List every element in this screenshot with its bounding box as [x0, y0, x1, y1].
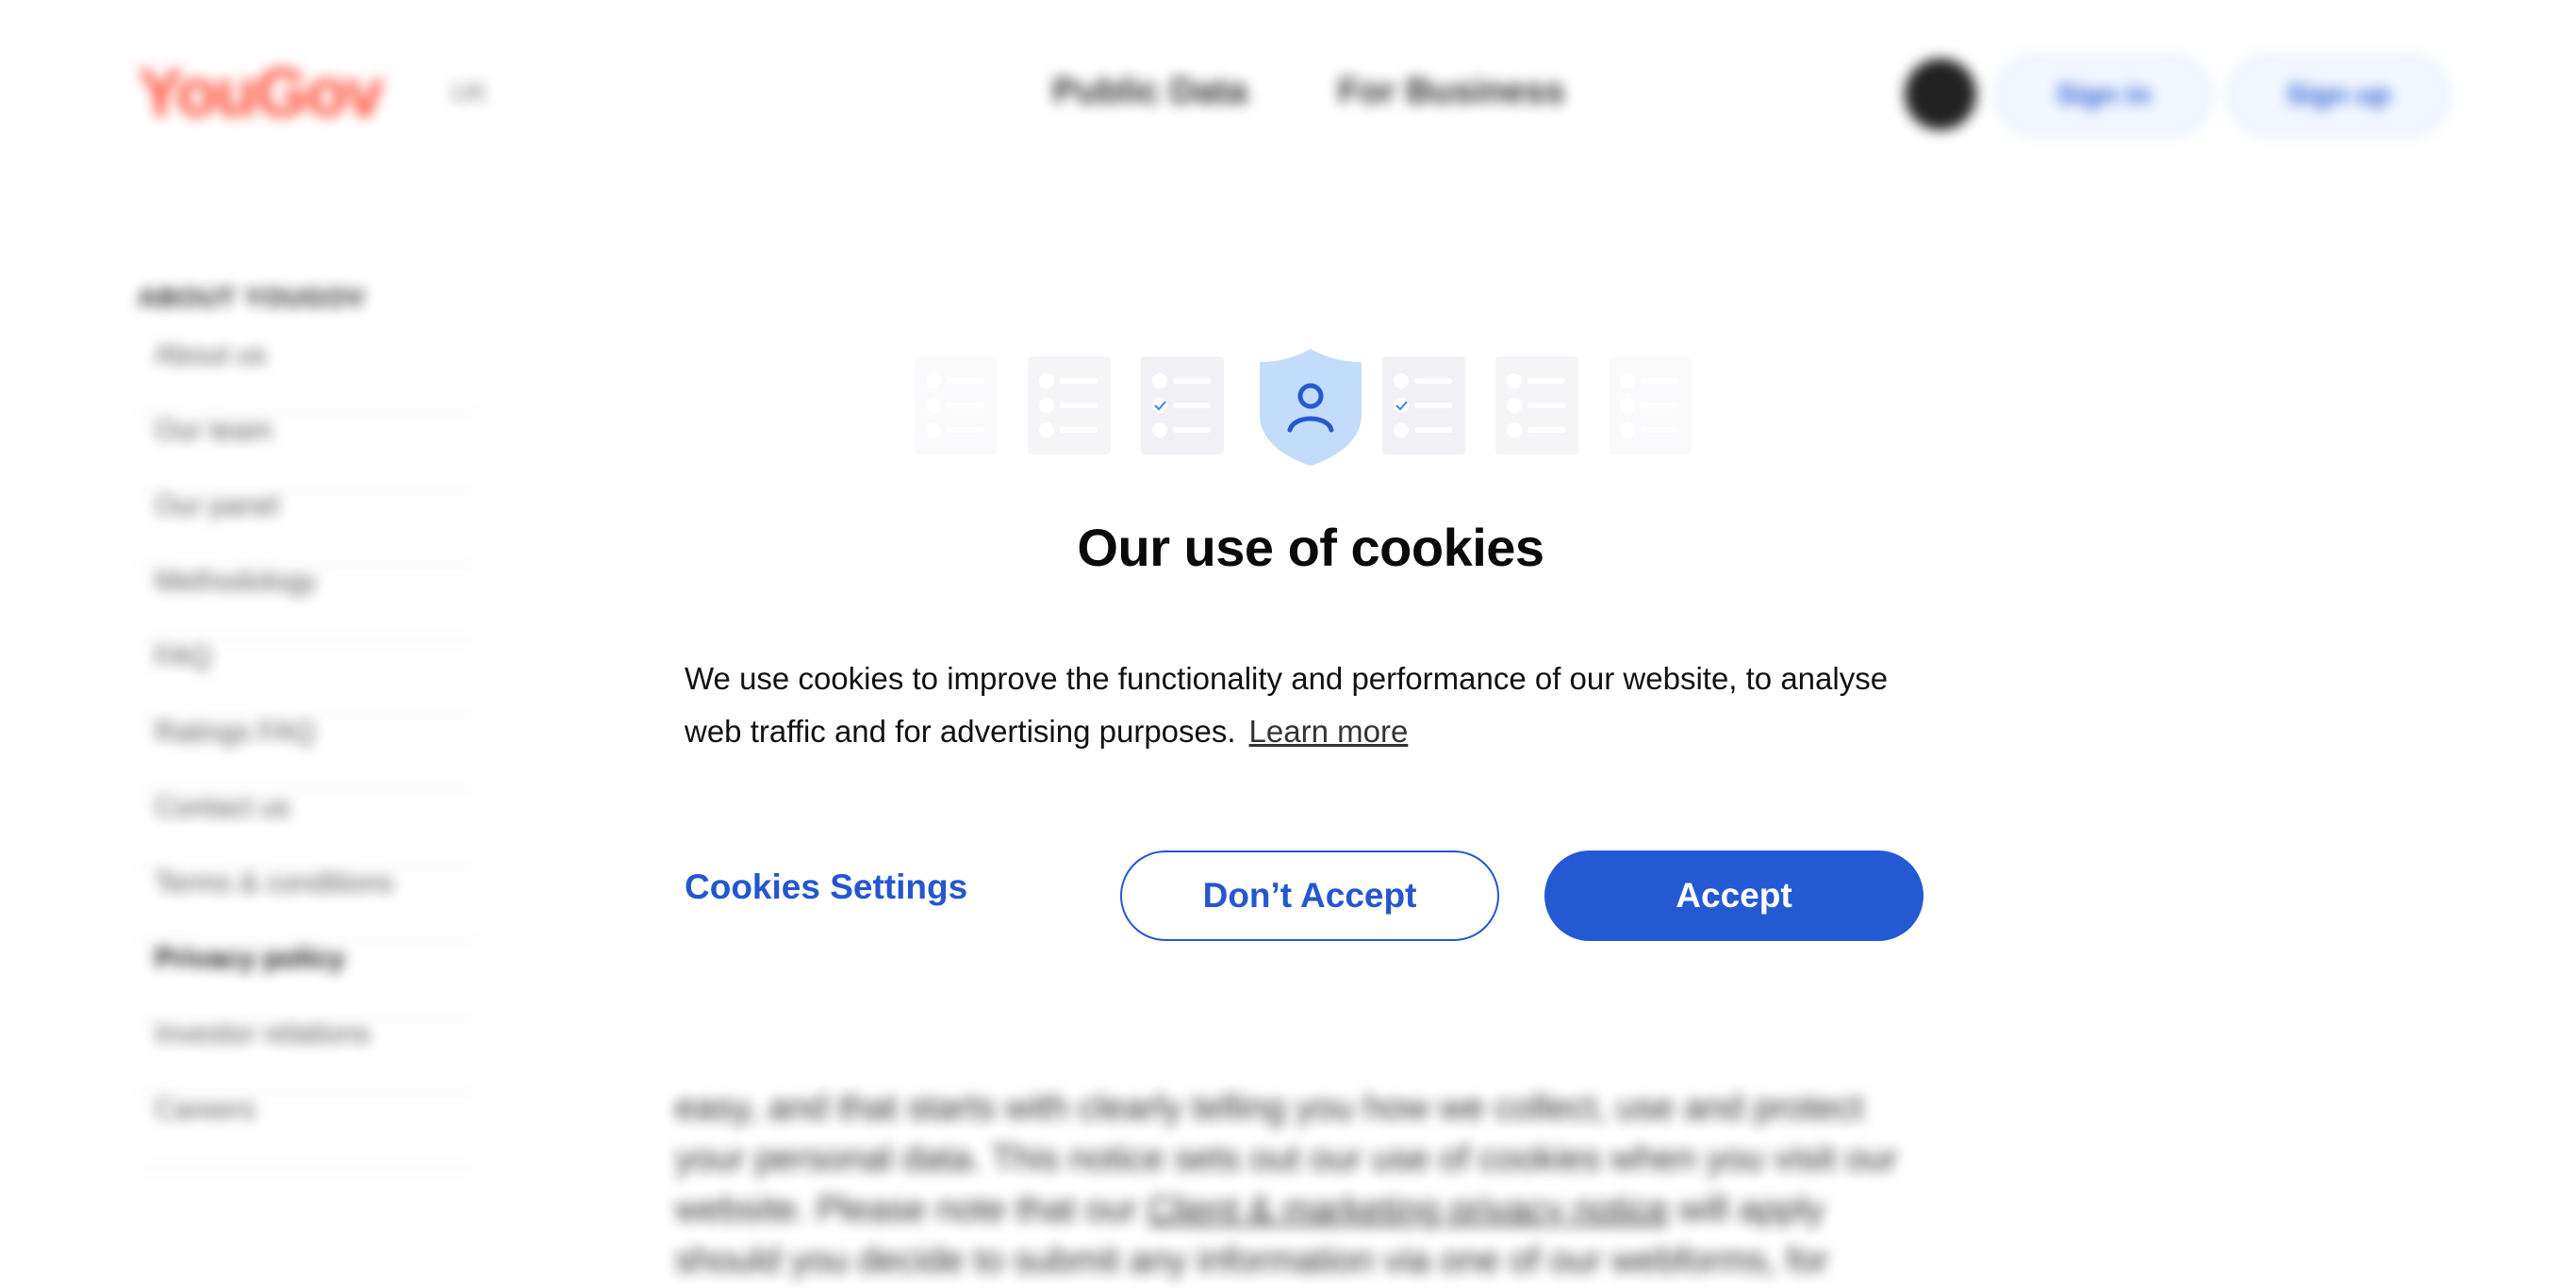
sidebar-item-methodology[interactable]: Methodology: [138, 566, 477, 641]
sidebar-item-terms[interactable]: Terms & conditions: [138, 867, 477, 943]
learn-more-link[interactable]: Learn more: [1249, 714, 1409, 749]
sidebar-item-careers[interactable]: Careers: [138, 1094, 477, 1169]
page: YouGov UK Public Data For Business Sign …: [0, 0, 2576, 1288]
sidebar-item-our-panel[interactable]: Our panel: [138, 490, 477, 566]
sign-up-button[interactable]: Sign up: [2227, 55, 2450, 136]
dont-accept-label: Don’t Accept: [1202, 876, 1417, 915]
dialog-body: We use cookies to improve the functional…: [685, 652, 1910, 758]
accept-button[interactable]: Accept: [1544, 850, 1924, 941]
top-navigation: Public Data For Business: [1052, 72, 1565, 112]
sidebar-item-investor-relations[interactable]: Investor relations: [138, 1018, 477, 1094]
cookie-illustration: [915, 349, 1692, 466]
checklist-card-icon: [1495, 356, 1578, 454]
sidebar: ABOUT YOUGOV About us Our team Our panel…: [138, 283, 477, 1169]
privacy-body-text: easy, and that starts with clearly telli…: [675, 1082, 1929, 1286]
region-selector[interactable]: UK: [451, 77, 487, 107]
checklist-card-icon: [915, 356, 998, 454]
checklist-card-icon: [1141, 356, 1224, 454]
dark-mode-toggle[interactable]: [1905, 58, 1976, 130]
sidebar-item-about-us[interactable]: About us: [138, 339, 477, 415]
checklist-card-icon: [1382, 356, 1465, 454]
accept-label: Accept: [1676, 876, 1792, 915]
yougov-logo[interactable]: YouGov: [138, 55, 384, 132]
sidebar-item-ratings-faq[interactable]: Ratings FAQ: [138, 717, 477, 792]
dialog-title: Our use of cookies: [1077, 518, 1544, 577]
sidebar-item-our-team[interactable]: Our team: [138, 415, 477, 490]
cookie-consent-dialog: Our use of cookies We use cookies to imp…: [660, 302, 1961, 1037]
checklist-card-icon: [1609, 356, 1692, 454]
shield-user-icon: [1260, 349, 1362, 466]
nav-for-business[interactable]: For Business: [1338, 72, 1565, 112]
checklist-card-icon: [1028, 356, 1111, 454]
sidebar-item-privacy-policy[interactable]: Privacy policy: [138, 943, 477, 1018]
cookies-settings-link[interactable]: Cookies Settings: [685, 867, 967, 907]
nav-public-data[interactable]: Public Data: [1052, 72, 1247, 112]
sidebar-heading: ABOUT YOUGOV: [138, 283, 366, 312]
sidebar-item-contact-us[interactable]: Contact us: [138, 792, 477, 867]
sign-up-label: Sign up: [2287, 79, 2390, 110]
sign-in-label: Sign in: [2056, 79, 2151, 110]
sign-in-button[interactable]: Sign in: [1995, 55, 2212, 136]
client-privacy-notice-link[interactable]: Client & marketing privacy notice: [1148, 1190, 1669, 1230]
dont-accept-button[interactable]: Don’t Accept: [1120, 850, 1499, 941]
sidebar-item-faq[interactable]: FAQ: [138, 641, 477, 717]
